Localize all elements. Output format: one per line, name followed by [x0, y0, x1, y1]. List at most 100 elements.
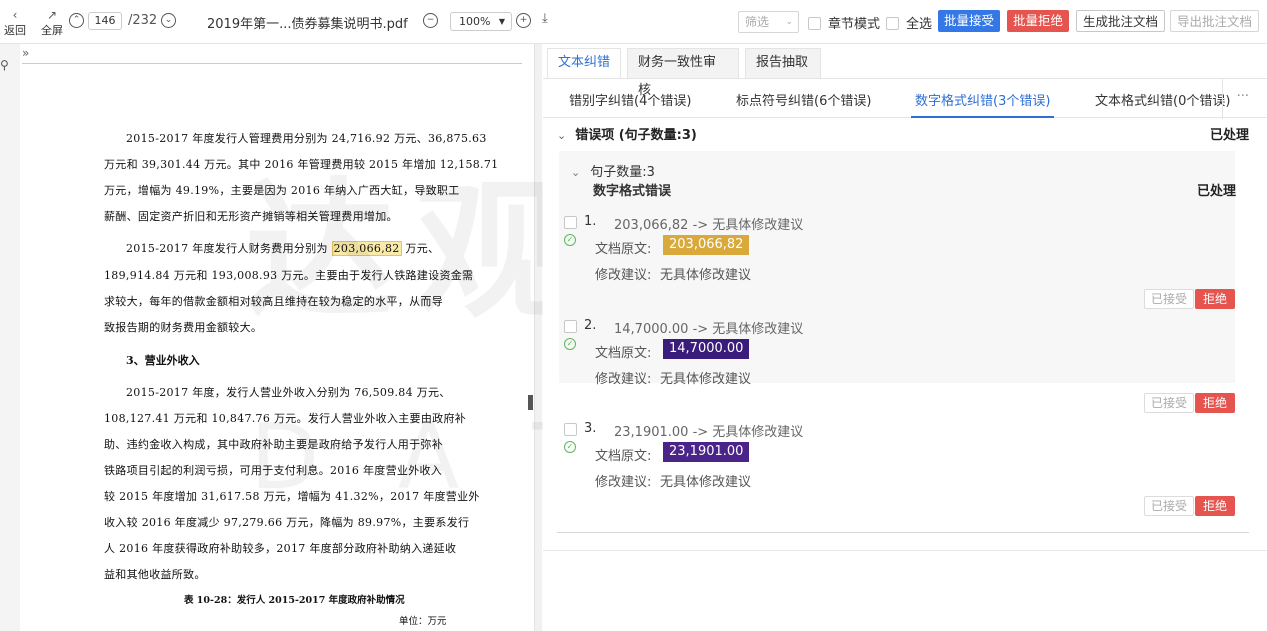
group-status: 已处理	[1197, 184, 1237, 199]
doc-section-heading: 3、营业外收入	[126, 354, 200, 367]
section-title: 错误项 (句子数量:3)	[575, 128, 697, 143]
doc-line: 收入较 2016 年度减少 97,279.66 万元，降幅为 89.97%，主要…	[104, 516, 470, 529]
error-section-header[interactable]: ⌄ 错误项 (句子数量:3) 已处理	[557, 124, 1249, 143]
orig-label: 文档原文:	[595, 346, 652, 361]
page-up-icon[interactable]: ⌃	[69, 13, 84, 28]
search-icon[interactable]: ⚲	[0, 58, 9, 72]
document-page: 2015-2017 年度发行人管理费用分别为 24,716.92 万元、36,8…	[20, 64, 532, 631]
item-checkbox[interactable]	[564, 423, 577, 436]
reject-button[interactable]: 拒绝	[1195, 393, 1235, 413]
item-title[interactable]: 14,7000.00 -> 无具体修改建议	[614, 318, 803, 337]
sub-tabs: 错别字纠错(4个错误) 标点符号纠错(6个错误) 数字格式纠错(3个错误) 文本…	[543, 78, 1267, 119]
doc-sidebar-strip	[0, 44, 20, 631]
download-icon[interactable]: ⤓	[542, 11, 548, 26]
chapter-mode-label: 章节模式	[828, 17, 881, 32]
select-all-label: 全选	[906, 17, 933, 32]
highlighted-error[interactable]: 203,066,82	[331, 241, 402, 256]
caret-down-icon: ▼	[498, 17, 505, 26]
doc-line: 铁路项目引起的利润亏损，可用于支付利息。2016 年度营业外收入	[104, 464, 443, 477]
back-button[interactable]: ‹ 返回	[4, 8, 26, 38]
chapter-mode-checkbox[interactable]	[808, 17, 821, 30]
orig-label: 文档原文:	[595, 242, 652, 257]
chapter-mode-toggle[interactable]: 章节模式	[808, 13, 880, 32]
batch-reject-button[interactable]: 批量拒绝	[1007, 10, 1070, 32]
zoom-out-icon[interactable]: −	[423, 13, 438, 28]
doc-line: 108,127.41 万元和 10,847.76 万元。发行人营业外收入主要由政…	[104, 412, 467, 425]
back-label: 返回	[4, 24, 26, 37]
subtab-punctuation[interactable]: 标点符号纠错(6个错误)	[736, 90, 871, 109]
pane-divider	[534, 44, 542, 631]
select-all-checkbox[interactable]	[886, 17, 899, 30]
chevron-down-icon: ⌄	[557, 129, 567, 142]
subtab-separator	[1222, 79, 1223, 119]
fullscreen-label: 全屏	[41, 24, 63, 37]
expand-icon: ↗	[46, 8, 58, 22]
item-checkbox[interactable]	[564, 216, 577, 229]
suggestion-label: 修改建议:	[595, 268, 652, 283]
doc-line: 人 2016 年度获得政府补助较多，2017 年度部分政府补助纳入递延收	[104, 542, 457, 555]
accepted-button[interactable]: 已接受	[1144, 289, 1194, 309]
orig-value: 14,7000.00	[663, 339, 750, 359]
fullscreen-button[interactable]: ↗ 全屏	[40, 8, 64, 38]
chevron-left-icon: ‹	[12, 8, 18, 22]
tab-report-extraction[interactable]: 报告抽取	[745, 48, 821, 78]
item-number: 3.	[584, 421, 597, 436]
suggestion-label: 修改建议:	[595, 372, 652, 387]
subtab-typo[interactable]: 错别字纠错(4个错误)	[569, 90, 691, 109]
suggestion-value: 无具体修改建议	[660, 372, 752, 387]
batch-accept-button[interactable]: 批量接受	[938, 10, 1001, 32]
item-title[interactable]: 203,066,82 -> 无具体修改建议	[614, 214, 803, 233]
doc-line: 2015-2017 年度发行人管理费用分别为 24,716.92 万元、36,8…	[126, 132, 487, 145]
divider	[557, 532, 1249, 533]
zoom-select[interactable]: 100% ▼	[450, 12, 512, 31]
export-annotation-button[interactable]: 导出批注文档	[1170, 10, 1260, 32]
page-down-icon[interactable]: ⌄	[161, 13, 176, 28]
section-status: 已处理	[1209, 128, 1249, 143]
table-caption: 表 10-28：发行人 2015-2017 年度政府补助情况	[184, 595, 405, 606]
subtab-text-format[interactable]: 文本格式纠错(0个错误)	[1095, 90, 1230, 109]
group-title: 句子数量:3	[590, 165, 655, 180]
pane-resize-handle[interactable]	[528, 395, 533, 410]
check-circle-icon: ✓	[564, 338, 576, 350]
double-chevron-right-icon[interactable]: »	[22, 46, 29, 60]
page-number-input[interactable]: 146	[88, 12, 122, 30]
reject-button[interactable]: 拒绝	[1195, 289, 1235, 309]
tab-finance-consistency[interactable]: 财务一致性审核	[627, 48, 739, 98]
doc-line: 2015-2017 年度，发行人营业外收入分别为 76,509.84 万元、	[126, 386, 451, 399]
item-number: 1.	[584, 214, 597, 229]
doc-line: 万元，增幅为 49.19%，主要是因为 2016 年纳入广西大缸，导致职工	[104, 184, 460, 197]
generate-annotation-button[interactable]: 生成批注文档	[1076, 10, 1166, 32]
accepted-button[interactable]: 已接受	[1144, 496, 1194, 516]
item-number: 2.	[584, 318, 597, 333]
filter-select[interactable]: 筛选 ⌄	[738, 11, 799, 33]
suggestion-value: 无具体修改建议	[660, 268, 752, 283]
check-circle-icon: ✓	[564, 441, 576, 453]
more-icon[interactable]: ···	[1237, 89, 1249, 104]
group-subtitle: 数字格式错误	[593, 184, 672, 199]
accepted-button[interactable]: 已接受	[1144, 393, 1194, 413]
doc-text: 万元、	[405, 242, 440, 255]
chevron-down-icon: ⌄	[785, 17, 793, 27]
suggestion-label: 修改建议:	[595, 475, 652, 490]
subtab-number-format[interactable]: 数字格式纠错(3个错误)	[910, 90, 1055, 118]
doc-line: 2015-2017 年度发行人财务费用分别为 203,066,82 万元、	[126, 240, 439, 256]
doc-line: 薪酬、固定资产折旧和无形资产摊销等相关管理费用增加。	[104, 210, 398, 223]
doc-line: 助、违约金收入构成，其中政府补助主要是政府给予发行人用于弥补	[104, 438, 443, 451]
review-panel: 文本纠错 财务一致性审核 报告抽取 错别字纠错(4个错误) 标点符号纠错(6个错…	[543, 44, 1267, 631]
select-all-toggle[interactable]: 全选	[886, 13, 932, 32]
doc-line: 189,914.84 万元和 193,008.93 万元。主要由于发行人铁路建设…	[104, 269, 474, 282]
divider	[543, 550, 1267, 551]
zoom-in-icon[interactable]: +	[516, 13, 531, 28]
item-title[interactable]: 23,1901.00 -> 无具体修改建议	[614, 421, 803, 440]
page-total: /232	[128, 13, 158, 28]
doc-line: 万元和 39,301.44 万元。其中 2016 年管理费用较 2015 年增加…	[104, 158, 499, 171]
toolbar: ‹ 返回 ↗ 全屏 ⌃ 146 /232 ⌄ 2019年第一...债券募集说明书…	[0, 0, 1267, 44]
reject-button[interactable]: 拒绝	[1195, 496, 1235, 516]
orig-value: 23,1901.00	[663, 442, 750, 462]
doc-text: 2015-2017 年度发行人财务费用分别为	[126, 242, 328, 255]
orig-label: 文档原文:	[595, 449, 652, 464]
group-header[interactable]: ⌄ 句子数量:3	[571, 161, 655, 180]
item-checkbox[interactable]	[564, 320, 577, 333]
tab-text-correction[interactable]: 文本纠错	[547, 48, 621, 78]
file-name: 2019年第一...债券募集说明书.pdf	[207, 17, 408, 32]
